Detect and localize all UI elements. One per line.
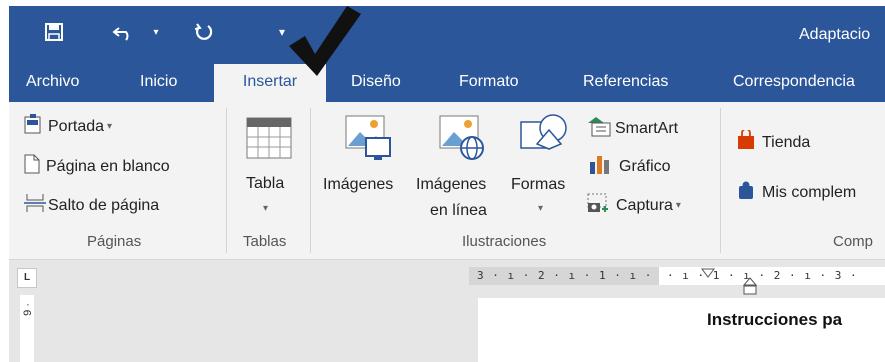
tienda-label: Tienda [762,133,811,151]
smartart-button[interactable]: SmartArt [586,115,678,142]
store-icon [736,128,756,155]
chart-icon [589,154,611,179]
screenshot-icon [587,193,611,218]
formas-label: Formas [511,176,566,193]
tab-correspondencia[interactable]: Correspondencia [733,73,855,91]
portada-button[interactable]: Portada ▾ [24,114,112,139]
horizontal-ruler[interactable]: 3 · ı · 2 · ı · 1 · ı · · ı · 1 · ı · 2 … [469,265,885,295]
title-bar: ▾ ▾ Adaptacio [9,6,885,64]
checkmark-icon [283,2,363,78]
tienda-button[interactable]: Tienda [736,128,811,155]
vertical-ruler-ticks: 9 · [22,303,34,316]
chevron-down-icon: ▾ [263,203,269,214]
pictures-icon [344,114,392,167]
tab-referencias[interactable]: Referencias [583,73,668,91]
chevron-down-icon: ▾ [675,200,681,211]
imagenes-label: Imágenes [323,176,394,193]
smartart-label: SmartArt [615,119,679,137]
tabla-label: Tabla [246,175,285,192]
ribbon-tabs: Archivo Inicio Insertar Diseño Formato R… [9,64,885,104]
document-page[interactable]: Instrucciones pa [478,298,885,362]
document-heading: Instrucciones pa [707,310,843,329]
ruler-right-ticks: · ı · 1 · ı · 2 · ı · 3 · [667,269,858,282]
tab-formato[interactable]: Formato [459,73,519,91]
group-label-paginas: Páginas [87,233,142,250]
group-label-ilustraciones: Ilustraciones [462,233,547,250]
chevron-down-icon: ▾ [538,203,544,214]
group-divider [226,108,227,253]
mis-complementos-label: Mis complem [762,183,857,201]
ribbon-insertar: Portada ▾ Página en blanco Salto de pági… [9,102,885,260]
imagenes-button[interactable]: Imágenes [320,112,412,222]
imagenes-en-linea-label-1: Imágenes [416,176,487,193]
pagina-en-blanco-label: Página en blanco [46,157,170,175]
page-break-icon [24,193,46,218]
captura-label: Captura [616,196,673,214]
tab-archivo[interactable]: Archivo [26,73,79,91]
undo-icon[interactable] [111,20,137,44]
grafico-label: Gráfico [619,157,671,175]
imagenes-en-linea-button[interactable]: Imágenes en línea [414,112,506,222]
formas-button[interactable]: Formas ▾ [509,112,577,222]
save-icon[interactable] [43,20,65,44]
salto-de-pagina-label: Salto de página [48,196,160,214]
blank-page-icon [24,154,40,179]
pagina-en-blanco-button[interactable]: Página en blanco [24,154,170,179]
my-addins-icon [736,180,756,205]
imagenes-en-linea-label-2: en línea [430,202,487,219]
redo-icon[interactable] [193,20,215,44]
table-icon [246,117,292,164]
tab-inicio[interactable]: Inicio [140,73,177,91]
captura-button[interactable]: Captura ▾ [587,193,681,218]
tab-selector[interactable]: L [17,268,37,288]
shapes-icon [519,112,569,167]
ruler-left-ticks: 3 · ı · 2 · ı · 1 · ı · [477,269,653,282]
tabla-button[interactable]: Tabla ▾ [240,112,296,222]
word-window: ▾ ▾ Adaptacio Archivo Inicio Insertar Di… [0,0,885,362]
group-divider [310,108,311,253]
grafico-button[interactable]: Gráfico [589,154,671,179]
online-pictures-icon [438,114,486,167]
smartart-icon [586,115,612,142]
mis-complementos-button[interactable]: Mis complem [736,180,856,205]
portada-label: Portada [48,117,105,135]
document-workspace: L 3 · ı · 2 · ı · 1 · ı · · ı · 1 · ı · … [9,260,885,362]
vertical-ruler[interactable]: 9 · [20,295,34,362]
undo-dropdown-icon[interactable]: ▾ [150,20,162,44]
first-line-indent-marker[interactable] [701,265,715,283]
salto-de-pagina-button[interactable]: Salto de página [24,193,159,218]
group-divider [720,108,721,253]
chevron-down-icon: ▾ [107,121,113,132]
group-label-tablas: Tablas [243,233,287,250]
document-title: Adaptacio [799,26,871,43]
cover-page-icon [24,114,42,139]
group-label-complementos: Comp [833,233,874,250]
